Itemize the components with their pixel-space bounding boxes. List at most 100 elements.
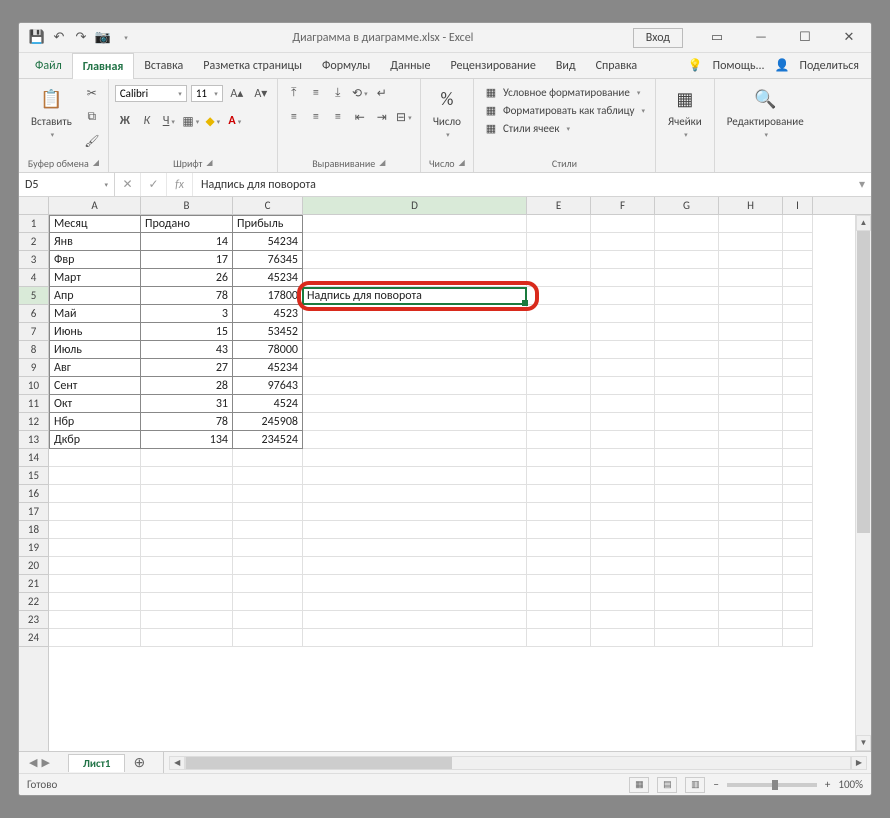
cell[interactable] [303, 521, 527, 539]
row-header-23[interactable]: 23 [19, 611, 48, 629]
cell[interactable] [655, 323, 719, 341]
cell[interactable] [783, 539, 813, 557]
cell[interactable] [719, 341, 783, 359]
cell[interactable]: Авг [49, 359, 141, 377]
cell[interactable] [783, 611, 813, 629]
cell[interactable]: 4523 [233, 305, 303, 323]
cell[interactable] [719, 431, 783, 449]
cell[interactable] [303, 503, 527, 521]
row-header-11[interactable]: 11 [19, 395, 48, 413]
tab-help[interactable]: Справка [586, 53, 648, 78]
cell[interactable] [49, 449, 141, 467]
tab-insert[interactable]: Вставка [134, 53, 193, 78]
cell[interactable] [303, 341, 527, 359]
editing-button[interactable]: 🔍 Редактирование ▾ [721, 83, 810, 141]
tab-file[interactable]: Файл [25, 53, 72, 78]
cell[interactable]: 26 [141, 269, 233, 287]
cell[interactable]: Июль [49, 341, 141, 359]
cell[interactable] [141, 485, 233, 503]
cell[interactable] [233, 503, 303, 521]
align-middle-icon[interactable]: ≡ [306, 83, 326, 103]
cell[interactable] [591, 413, 655, 431]
col-header-F[interactable]: F [591, 197, 655, 214]
cell[interactable] [655, 593, 719, 611]
row-header-21[interactable]: 21 [19, 575, 48, 593]
cell[interactable] [233, 557, 303, 575]
number-launcher-icon[interactable]: ◢ [459, 158, 465, 168]
col-header-D[interactable]: D [303, 197, 527, 214]
cell[interactable] [233, 629, 303, 647]
row-header-20[interactable]: 20 [19, 557, 48, 575]
cell[interactable]: Прибыль [233, 215, 303, 233]
row-header-9[interactable]: 9 [19, 359, 48, 377]
cell[interactable]: 45234 [233, 269, 303, 287]
name-box[interactable]: D5▾ [19, 173, 115, 196]
cell[interactable] [303, 485, 527, 503]
cell[interactable]: Продано [141, 215, 233, 233]
cell[interactable] [303, 593, 527, 611]
row-header-2[interactable]: 2 [19, 233, 48, 251]
bold-button[interactable]: Ж [115, 111, 135, 131]
row-header-4[interactable]: 4 [19, 269, 48, 287]
cell[interactable] [783, 413, 813, 431]
cells-area[interactable]: МесяцПроданоПрибыльЯнв1454234Фвр1776345М… [49, 215, 855, 751]
cell[interactable]: Июнь [49, 323, 141, 341]
cell[interactable] [655, 521, 719, 539]
scroll-right-icon[interactable]: ▶ [851, 756, 867, 770]
cell[interactable] [591, 251, 655, 269]
cell[interactable] [303, 233, 527, 251]
cell[interactable]: 45234 [233, 359, 303, 377]
cell[interactable] [655, 629, 719, 647]
align-left-icon[interactable]: ≡ [284, 107, 304, 127]
cell[interactable] [719, 233, 783, 251]
cell[interactable] [527, 449, 591, 467]
cell[interactable] [49, 521, 141, 539]
cells-button[interactable]: ▦ Ячейки ▾ [662, 83, 708, 141]
cell[interactable] [141, 467, 233, 485]
cell[interactable] [655, 449, 719, 467]
tab-review[interactable]: Рецензирование [441, 53, 546, 78]
cell[interactable] [719, 377, 783, 395]
cell[interactable] [783, 629, 813, 647]
cell[interactable] [719, 287, 783, 305]
row-header-16[interactable]: 16 [19, 485, 48, 503]
cell[interactable]: Апр [49, 287, 141, 305]
horizontal-scrollbar[interactable]: ◀ ▶ [169, 756, 871, 770]
cell[interactable] [591, 467, 655, 485]
cell[interactable] [719, 611, 783, 629]
cell[interactable]: Надпись для поворота [303, 287, 527, 305]
cell[interactable] [591, 287, 655, 305]
number-format-button[interactable]: % Число ▾ [427, 83, 467, 141]
align-launcher-icon[interactable]: ◢ [379, 158, 385, 168]
cell[interactable] [783, 485, 813, 503]
cell[interactable]: 76345 [233, 251, 303, 269]
format-painter-icon[interactable]: 🖌 [82, 131, 102, 151]
decrease-font-icon[interactable]: A▾ [251, 83, 271, 103]
cell[interactable] [527, 233, 591, 251]
cell[interactable] [719, 503, 783, 521]
align-center-icon[interactable]: ≡ [306, 107, 326, 127]
formula-input[interactable]: Надпись для поворота [193, 173, 853, 196]
conditional-formatting-button[interactable]: ▦Условное форматирование▾ [480, 83, 644, 101]
cell[interactable] [655, 377, 719, 395]
cell[interactable] [719, 593, 783, 611]
cell[interactable] [233, 467, 303, 485]
cell[interactable] [233, 539, 303, 557]
cell[interactable] [141, 449, 233, 467]
cell[interactable] [527, 557, 591, 575]
font-name-combo[interactable]: Calibri▾ [115, 85, 187, 102]
cell[interactable] [49, 503, 141, 521]
cell[interactable] [591, 539, 655, 557]
cell[interactable] [303, 251, 527, 269]
cell[interactable] [719, 269, 783, 287]
cell[interactable] [303, 305, 527, 323]
redo-icon[interactable]: ↷ [73, 30, 89, 46]
paste-button[interactable]: 📋 Вставить ▾ [25, 83, 78, 141]
cell[interactable] [527, 269, 591, 287]
cell[interactable] [591, 359, 655, 377]
cell[interactable] [591, 233, 655, 251]
tab-data[interactable]: Данные [380, 53, 440, 78]
cell[interactable] [527, 431, 591, 449]
cell[interactable] [783, 557, 813, 575]
copy-icon[interactable]: ⧉ [82, 107, 102, 127]
